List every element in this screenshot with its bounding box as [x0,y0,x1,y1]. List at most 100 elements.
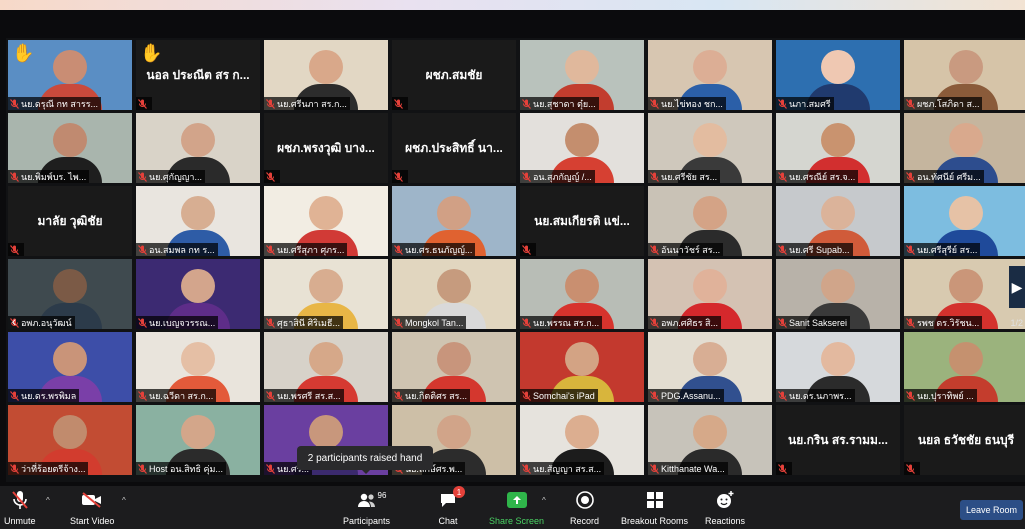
participant-tile[interactable]: นย.ศร.ธนภัญญ์... [392,186,516,256]
meeting-toolbar: Unmute ^ Start Video ^ 96 Participants 1… [0,486,1025,529]
participant-face [821,269,855,303]
participant-tile[interactable]: ✋ นย.ดรุณี กท สารร... [8,40,132,110]
previous-page-icon[interactable]: ‹ [6,300,22,342]
audio-options-chevron-icon[interactable]: ^ [46,496,50,505]
share-options-chevron-icon[interactable]: ^ [542,496,546,505]
participant-tile[interactable]: ผชภ.โสภิดา ส... [904,40,1025,110]
participant-tile[interactable]: อันนาวัชร์ สร... [648,186,772,256]
participant-name-label: Host อน.สิทธิ คุ่ม... [136,462,226,475]
muted-mic-icon [650,98,659,109]
raised-hands-toast[interactable]: 2 participants raised hand [297,446,433,470]
participant-tile[interactable]: นย.พรศรี สร.ส... [264,332,388,402]
chat-button[interactable]: 1 Chat [437,486,465,526]
participant-name-label: Sanit Sakserei [776,316,851,329]
participant-name: นย.สุชาดา ตุ๋ย... [533,98,596,109]
record-button[interactable]: Record [570,489,599,526]
start-video-button[interactable]: Start Video [70,489,114,526]
participant-name: Kitthanate Wa... [661,463,725,474]
participant-name-label: นย.เบญจวรรณ... [136,316,219,329]
share-screen-button[interactable]: Share Screen [489,489,544,526]
participants-button[interactable]: 96 Participants [343,489,390,526]
participant-tile[interactable]: Host อน.สิทธิ คุ่ม... [136,405,260,475]
participant-tile[interactable]: นย.ดร.พรพิมล [8,332,132,402]
participant-name: นย.สัญญา สร.ส... [533,463,602,474]
participant-tile[interactable]: อพภ.อนุวัฒน์ [8,259,132,329]
participant-tile[interactable]: ศุธาสินี ศิริเมธี... [264,259,388,329]
participant-name: ผชภ.โสภิดา ส... [917,98,980,109]
participant-tile[interactable]: Kitthanate Wa... [648,405,772,475]
participant-tile[interactable]: มาลัย วุฒิชัย [8,186,132,256]
participant-tile[interactable]: นภา.สมศรี [776,40,900,110]
participant-name: นภา.สมศรี [789,98,831,109]
participant-name-label: นย.ดรุณี กท สารร... [8,97,102,110]
participant-tile[interactable]: นอล ประณีต สร ก... ✋ [136,40,260,110]
participant-name: Host อน.สิทธิ คุ่ม... [149,463,223,474]
participant-tile[interactable]: นย.ศรีชัย สร... [648,113,772,183]
participant-tile[interactable]: อน.สุภกัญญ์ /... [520,113,644,183]
participant-tile[interactable]: Somchai's iPad [520,332,644,402]
participant-face [821,123,855,157]
participants-label: Participants [343,516,391,526]
participant-tile[interactable]: นย.ศรีนภา สร.ก... [264,40,388,110]
participant-tile[interactable]: ว่าที่ร้อยตรีจ้าง... [8,405,132,475]
participant-tile[interactable]: นย.ฉวีดา สร.ก... [136,332,260,402]
participant-name-label: นย.ศรี Supab... [776,243,853,256]
participant-tile[interactable]: นย.ปุราทิพย์ ... [904,332,1025,402]
participant-tile[interactable]: นย.ดร.นภาพร... [776,332,900,402]
participant-tile[interactable]: PDG.Assanu... [648,332,772,402]
unmute-button[interactable]: Unmute [4,489,36,526]
breakout-rooms-button[interactable]: Breakout Rooms [621,489,688,526]
participant-tile[interactable]: นย.ศรีสุภา ศุภร... [264,186,388,256]
participant-tile[interactable]: นย.พรรณ สร.ก... [520,259,644,329]
photo-top-edge [0,0,1025,10]
participant-tile[interactable]: นย.ศรี Supab... [776,186,900,256]
participant-tile[interactable]: รพช ดร.วิรัชน... [904,259,1025,329]
participant-tile[interactable]: อน.สมพล กท ร... [136,186,260,256]
participant-tile[interactable]: นย.สัญญา สร.ส... [520,405,644,475]
participant-name-label: Kitthanate Wa... [648,462,728,475]
gallery-view: ✋ นย.ดรุณี กท สารร... นอล ประณีต สร ก... ✋ น… [6,38,1025,482]
participant-tile[interactable]: นย.กริน สร.รามม... [776,405,900,475]
participant-face [181,342,215,376]
share-screen-label: Share Screen [489,516,545,526]
muted-mic-icon [522,171,531,182]
participant-tile[interactable]: นย.สมเกียรติ แข่... [520,186,644,256]
participant-name: อน.ทัศนีย์ ศรีม... [917,171,981,182]
reactions-button[interactable]: Reactions [705,489,745,526]
participant-tile[interactable]: ผชภ.พรงวุฒิ บาง... [264,113,388,183]
participant-tile[interactable]: นย.พิมพ์บร. ไพ... [8,113,132,183]
participant-name-label: อน.ทัศนีย์ ศรีม... [904,170,984,183]
leave-room-button[interactable]: Leave Room [960,500,1023,520]
participant-face [181,196,215,230]
toast-pointer [360,468,372,474]
participant-tile[interactable]: Sanit Sakserei [776,259,900,329]
muted-mic-icon [10,390,19,401]
participant-face [181,123,215,157]
participant-tile[interactable]: อพภ.ศศิธร สิ... [648,259,772,329]
muted-mic-icon [650,390,659,401]
participant-face [693,123,727,157]
next-page-button[interactable]: ▶ [1009,266,1025,308]
participant-name-label: นย.ศุกัญญา... [136,170,205,183]
participant-tile[interactable]: นย.สุชาดา ตุ๋ย... [520,40,644,110]
participant-tile[interactable]: นย.ศรีสุรีย์ สร... [904,186,1025,256]
participant-name-label: นย.ศรีสุรีย์ สร... [904,243,981,256]
muted-mic-icon [906,390,915,401]
muted-mic-icon [522,244,531,255]
participant-tile[interactable]: ผชภ.ประสิทธิ์ นา... [392,113,516,183]
muted-mic-icon [394,244,403,255]
participant-tile[interactable]: นย.ไข่ทอง ชก... [648,40,772,110]
participant-name: นย.พิมพ์บร. ไพ... [21,171,87,182]
muted-mic-icon [266,317,275,328]
participant-tile[interactable]: นย.เบญจวรรณ... [136,259,260,329]
video-options-chevron-icon[interactable]: ^ [122,496,126,505]
participant-tile[interactable]: นยล ธวัชชัย ธนบุรี [904,405,1025,475]
participant-tile[interactable]: Mongkol Tan... [392,259,516,329]
participant-tile[interactable]: อน.ทัศนีย์ ศรีม... [904,113,1025,183]
participant-tile[interactable]: นย.ศุกัญญา... [136,113,260,183]
participant-tile[interactable]: นย.ศรณีย์ สร.จ... [776,113,900,183]
participant-tile[interactable]: นย.กิตติศร สร... [392,332,516,402]
participant-tile[interactable]: ผชภ.สมชัย [392,40,516,110]
muted-mic-icon [778,390,787,401]
participant-name: นย.ศรีนภา สร.ก... [277,98,347,109]
